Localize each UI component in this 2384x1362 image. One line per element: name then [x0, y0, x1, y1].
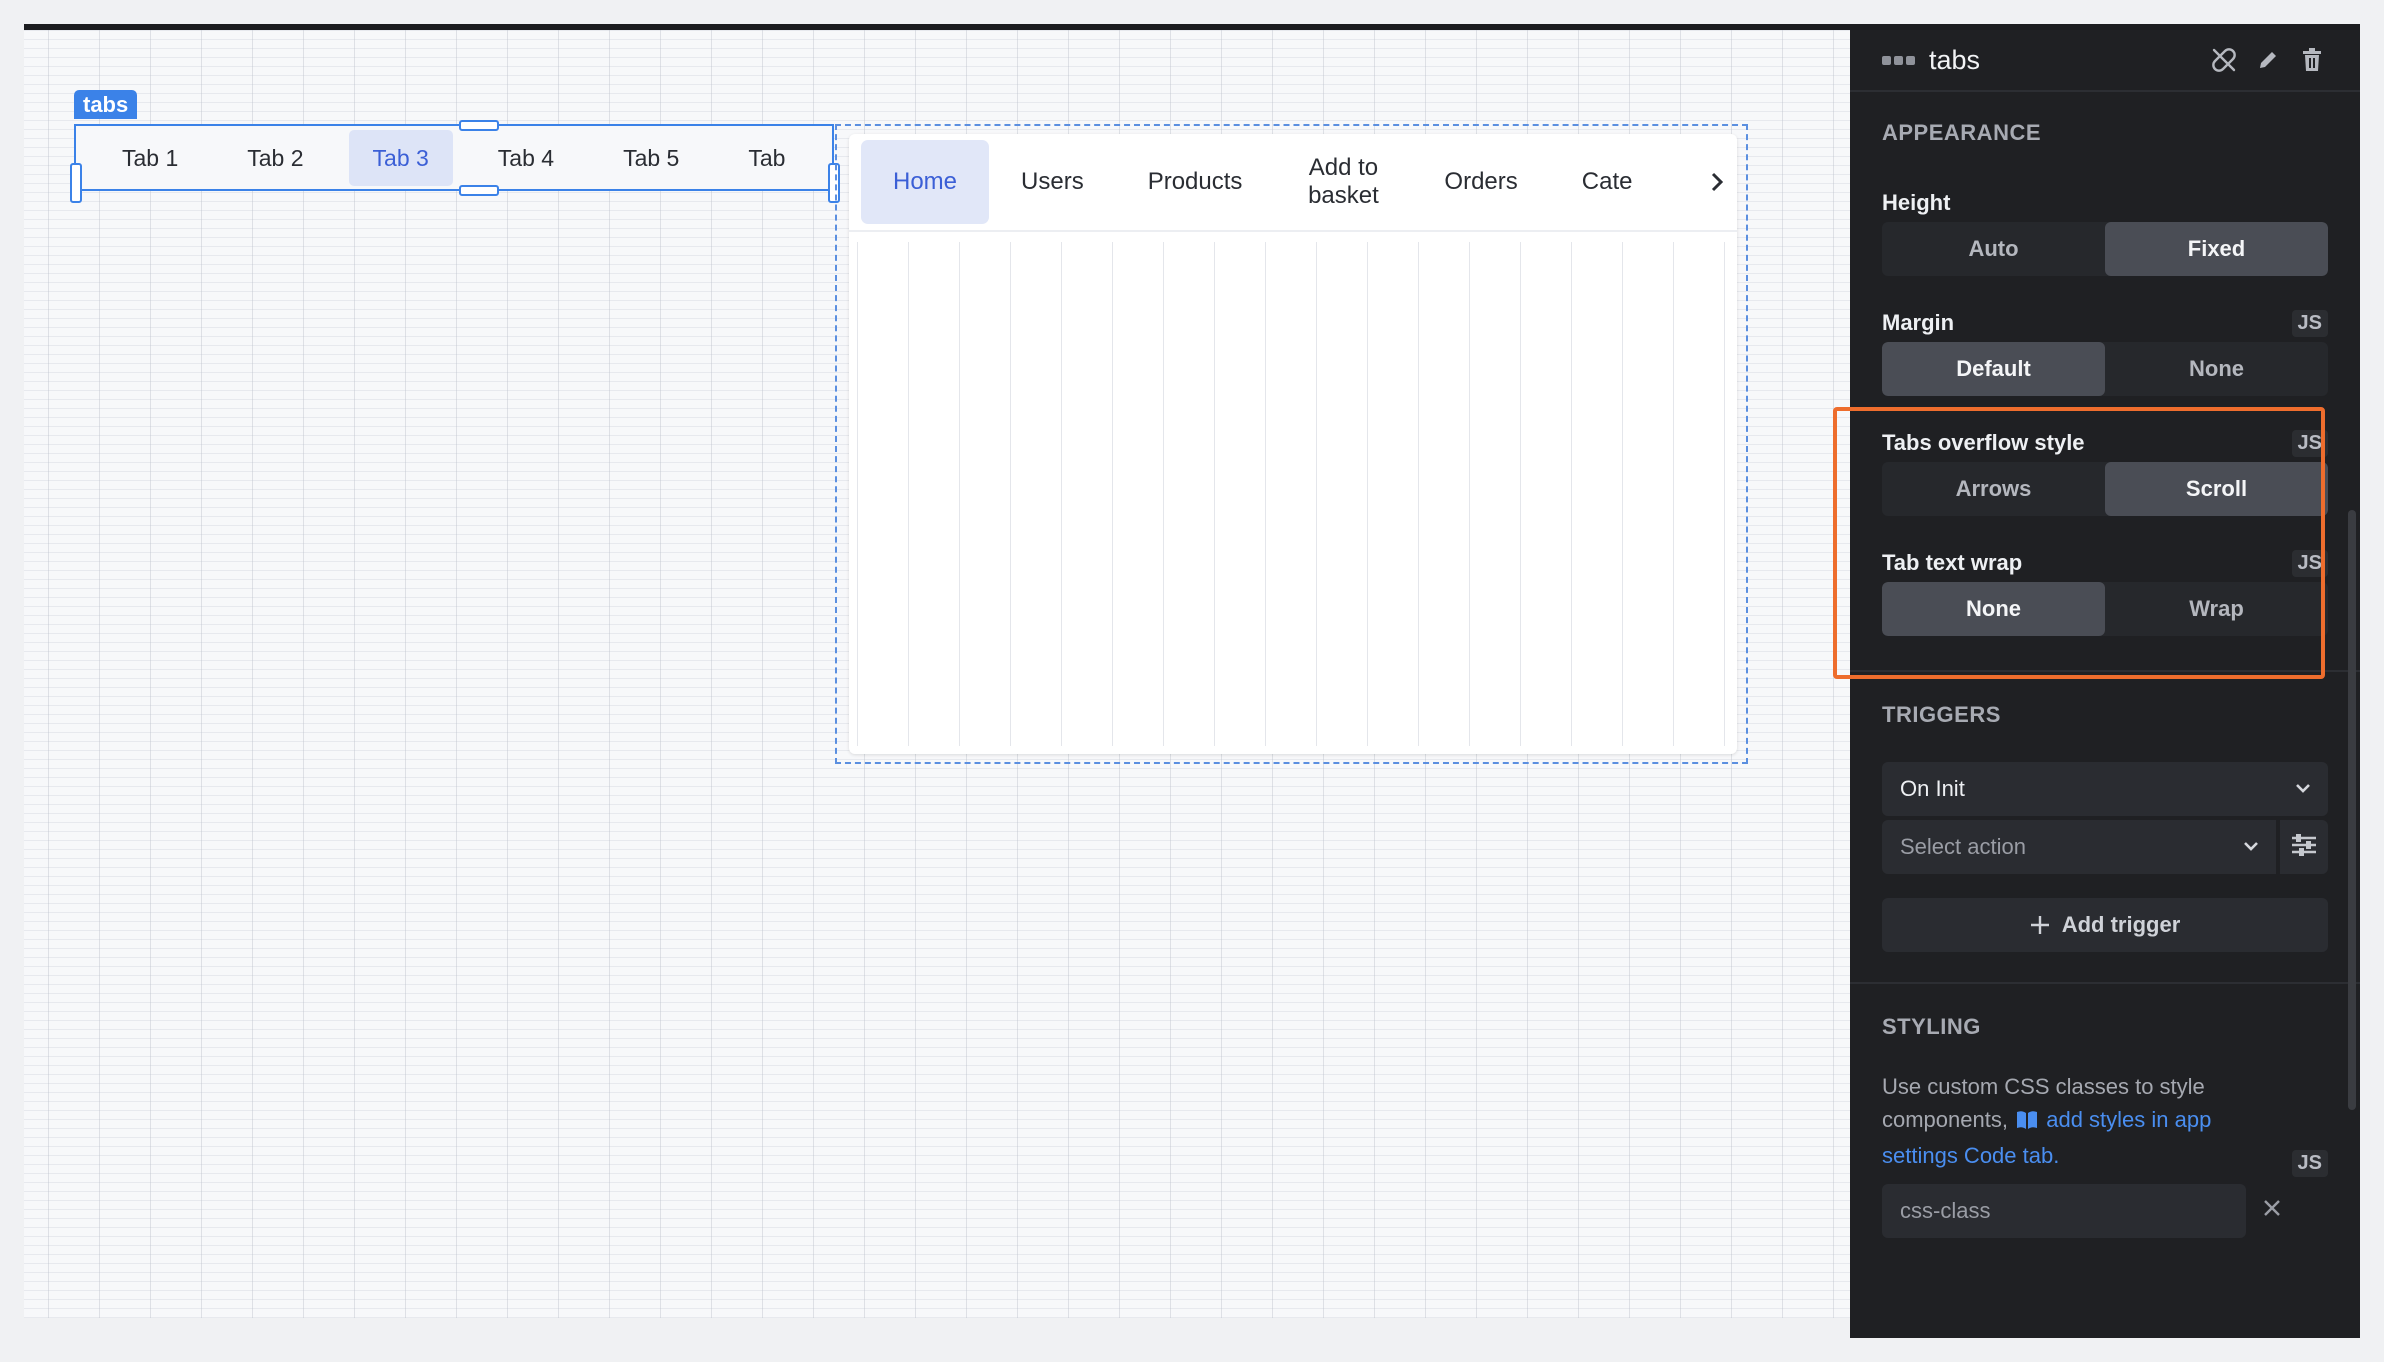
tab-6-partial[interactable]: Tab: [724, 130, 809, 186]
add-trigger-label: Add trigger: [2061, 912, 2181, 937]
action-settings-button[interactable]: [2280, 820, 2328, 874]
tabs-component[interactable]: Tab 1 Tab 2 Tab 3 Tab 4 Tab 5 Tab: [74, 124, 834, 191]
panel-header: tabs: [1850, 30, 2360, 90]
action-select-row: Select action: [1882, 820, 2328, 874]
panel-title[interactable]: tabs: [1929, 45, 1980, 76]
component-tag[interactable]: tabs: [74, 90, 138, 119]
height-label: Height: [1882, 190, 1951, 215]
panel-scrollbar[interactable]: [2348, 510, 2356, 1110]
height-option-auto[interactable]: Auto: [1882, 222, 2105, 276]
chevron-right-icon[interactable]: [1697, 140, 1737, 224]
height-row: Height: [1850, 186, 2360, 220]
margin-option-none[interactable]: None: [2105, 342, 2328, 396]
editor-canvas[interactable]: tabs Tab 1 Tab 2 Tab 3 Tab 4 Tab 5 Tab H…: [24, 30, 1850, 1338]
plus-icon: [2030, 915, 2050, 935]
close-icon[interactable]: [2262, 1198, 2282, 1223]
preview-tab-home[interactable]: Home: [861, 140, 990, 224]
overflow-row: Tabs overflow style JS: [1850, 426, 2360, 460]
canvas-bottom-strip: [24, 1318, 1850, 1338]
chevron-down-icon: [2292, 777, 2314, 805]
styling-help-text: Use custom CSS classes to style componen…: [1850, 1070, 2304, 1172]
trigger-event-select[interactable]: On Init: [1882, 762, 2328, 816]
tab-1[interactable]: Tab 1: [98, 130, 202, 186]
tab-4[interactable]: Tab 4: [474, 130, 578, 186]
wrap-label: Tab text wrap: [1882, 550, 2023, 575]
action-select-placeholder: Select action: [1900, 834, 2026, 859]
inspector-panel: tabs APPEARANCE Height Auto Fixed Margin…: [1850, 30, 2360, 1338]
styling-js-toggle[interactable]: JS: [2291, 1150, 2328, 1177]
preview-tab-bar: Home Users Products Add to basket Orders…: [849, 134, 1737, 232]
add-trigger-button[interactable]: Add trigger: [1882, 898, 2328, 952]
trigger-event-value: On Init: [1900, 776, 1965, 801]
tab-3[interactable]: Tab 3: [348, 129, 453, 186]
overflow-option-scroll[interactable]: Scroll: [2105, 462, 2328, 516]
section-title-styling: STYLING: [1882, 1014, 1981, 1039]
resize-handle-top[interactable]: [459, 120, 499, 131]
wrap-segmented-control: None Wrap: [1882, 582, 2328, 636]
app-window: tabs Tab 1 Tab 2 Tab 3 Tab 4 Tab 5 Tab H…: [24, 24, 2360, 1338]
preview-tab-users[interactable]: Users: [989, 140, 1116, 224]
tabs-component-icon: [1882, 55, 1915, 65]
height-option-fixed[interactable]: Fixed: [2105, 222, 2328, 276]
tab-5[interactable]: Tab 5: [599, 130, 703, 186]
chevron-down-icon: [2240, 835, 2262, 863]
unlink-icon[interactable]: [2208, 44, 2240, 76]
trash-icon[interactable]: [2296, 44, 2328, 76]
resize-handle-bottom[interactable]: [459, 185, 499, 196]
height-segmented-control: Auto Fixed: [1882, 222, 2328, 276]
action-select[interactable]: Select action: [1882, 820, 2276, 874]
pencil-icon[interactable]: [2252, 44, 2284, 76]
css-class-input[interactable]: css-class: [1882, 1184, 2246, 1238]
overflow-label: Tabs overflow style: [1882, 430, 2085, 455]
tab-2[interactable]: Tab 2: [223, 130, 327, 186]
margin-js-toggle[interactable]: JS: [2291, 309, 2328, 337]
overflow-option-arrows[interactable]: Arrows: [1882, 462, 2105, 516]
wrap-js-toggle[interactable]: JS: [2291, 549, 2328, 577]
sliders-icon: [2290, 832, 2318, 863]
wrap-option-none[interactable]: None: [1882, 582, 2105, 636]
preview-tab-products[interactable]: Products: [1116, 140, 1275, 224]
margin-segmented-control: Default None: [1882, 342, 2328, 396]
wrap-row: Tab text wrap JS: [1850, 546, 2360, 580]
css-class-placeholder: css-class: [1900, 1198, 1991, 1223]
section-title-triggers: TRIGGERS: [1882, 702, 2001, 727]
preview-tab-add-to-basket[interactable]: Add to basket: [1274, 140, 1412, 224]
margin-label: Margin: [1882, 310, 1955, 335]
resize-handle-left[interactable]: [70, 163, 82, 203]
preview-tab-orders[interactable]: Orders: [1412, 140, 1549, 224]
overflow-js-toggle[interactable]: JS: [2291, 429, 2328, 457]
preview-tab-categories-partial[interactable]: Cate: [1550, 140, 1633, 224]
margin-row: Margin JS: [1850, 306, 2360, 340]
tabs-preview: Home Users Products Add to basket Orders…: [835, 124, 1748, 764]
preview-card: Home Users Products Add to basket Orders…: [849, 134, 1737, 754]
section-title-appearance: APPEARANCE: [1882, 120, 2042, 145]
margin-option-default[interactable]: Default: [1882, 342, 2105, 396]
preview-content-area: [857, 242, 1729, 746]
book-icon: [2016, 1106, 2038, 1139]
wrap-option-wrap[interactable]: Wrap: [2105, 582, 2328, 636]
overflow-segmented-control: Arrows Scroll: [1882, 462, 2328, 516]
tabs-strip: Tab 1 Tab 2 Tab 3 Tab 4 Tab 5 Tab: [76, 126, 832, 189]
